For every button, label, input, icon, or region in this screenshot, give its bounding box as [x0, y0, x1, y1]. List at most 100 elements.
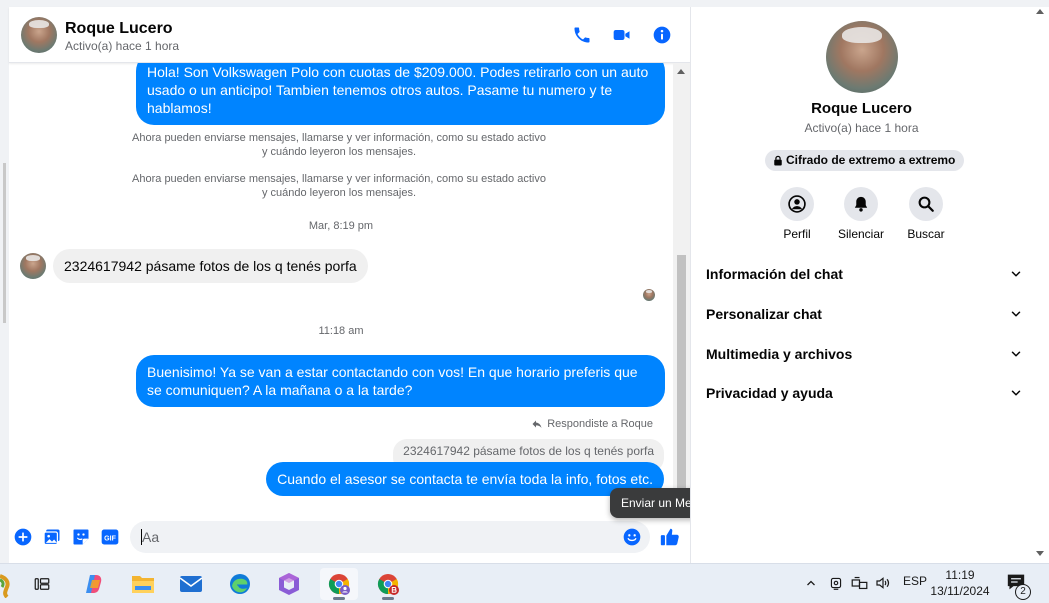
attach-media-button[interactable] — [42, 527, 62, 547]
search-action-circle[interactable] — [909, 187, 943, 221]
sticker-icon — [73, 529, 89, 545]
outgoing-message[interactable]: Buenisimo! Ya se van a estar contactando… — [136, 355, 665, 407]
gif-icon: GIF — [101, 529, 119, 545]
page-scroll-down[interactable] — [1036, 551, 1044, 556]
section-privacy-help-label: Privacidad y ayuda — [706, 385, 833, 401]
info-icon — [653, 26, 671, 44]
incoming-message[interactable]: 2324617942 pásame fotos de los q tenés p… — [53, 249, 368, 283]
contact-avatar-large[interactable] — [826, 21, 898, 93]
gif-button[interactable]: GIF — [100, 527, 120, 547]
message-input-wrapper — [130, 521, 650, 553]
volume-tray[interactable] — [875, 575, 891, 596]
sticker-button[interactable] — [71, 527, 91, 547]
section-privacy-help[interactable]: Privacidad y ayuda — [706, 381, 1022, 405]
audio-call-button[interactable] — [570, 23, 594, 47]
office-icon — [279, 573, 299, 595]
chevron-down-icon — [1011, 390, 1021, 396]
reply-indicator-label: Respondiste a Roque — [547, 418, 653, 430]
copilot-app[interactable] — [75, 568, 113, 600]
emoji-button[interactable] — [622, 527, 642, 547]
speaker-icon — [876, 577, 890, 589]
outgoing-message[interactable]: Hola! Son Volkswagen Polo con cuotas de … — [136, 63, 665, 125]
chevron-down-icon — [1011, 311, 1021, 317]
outgoing-message[interactable]: Cuando el asesor se contacta te envía to… — [266, 462, 664, 496]
plus-circle-icon — [14, 528, 32, 546]
contact-name[interactable]: Roque Lucero — [65, 20, 173, 38]
scroll-thumb[interactable] — [677, 255, 686, 501]
panel-contact-name[interactable]: Roque Lucero — [691, 100, 1032, 117]
page-scroll-up[interactable] — [1036, 9, 1044, 14]
widgets-icon[interactable] — [0, 570, 12, 599]
chrome-app[interactable] — [369, 568, 407, 600]
search-action[interactable]: Buscar — [891, 187, 961, 241]
system-notice: Ahora pueden enviarse mensajes, llamarse… — [132, 132, 546, 158]
phone-icon — [574, 27, 590, 43]
chrome-profile-app[interactable] — [320, 568, 358, 600]
mute-action-circle[interactable] — [844, 187, 878, 221]
section-customize-chat[interactable]: Personalizar chat — [706, 302, 1022, 326]
chrome-icon — [328, 574, 350, 595]
edge-icon — [230, 574, 250, 594]
contact-avatar-small[interactable] — [20, 253, 46, 279]
folder-icon — [132, 576, 154, 593]
office-app[interactable] — [270, 568, 308, 600]
section-chat-info[interactable]: Información del chat — [706, 262, 1022, 286]
network-tray[interactable] — [851, 576, 868, 595]
reply-arrow-icon — [532, 420, 542, 428]
bell-icon — [854, 196, 868, 212]
chevron-up-icon — [807, 580, 815, 586]
top-strip — [0, 0, 1049, 7]
thumbs-up-icon — [660, 528, 679, 546]
conversation-info-panel: Roque Lucero Activo(a) hace 1 hora Cifra… — [690, 7, 1031, 563]
left-edge-mark — [3, 163, 6, 323]
task-view-button[interactable] — [23, 568, 61, 600]
panel-contact-status: Activo(a) hace 1 hora — [804, 121, 919, 135]
mute-action-label: Silenciar — [837, 227, 885, 241]
smiley-icon — [623, 528, 641, 546]
input-language[interactable]: ESP — [903, 574, 927, 588]
file-explorer-app[interactable] — [124, 568, 162, 600]
conversation-info-button[interactable] — [650, 23, 674, 47]
contact-avatar[interactable] — [21, 17, 57, 53]
video-call-button[interactable] — [610, 23, 634, 47]
image-icon — [43, 529, 60, 546]
profile-action[interactable]: Perfil — [762, 187, 832, 241]
left-edge — [0, 7, 9, 563]
message-input[interactable] — [142, 527, 612, 547]
section-media-files-label: Multimedia y archivos — [706, 346, 853, 362]
profile-icon — [788, 195, 806, 213]
network-icon — [851, 576, 868, 590]
timestamp: 11:18 am — [318, 325, 364, 337]
more-actions-button[interactable] — [13, 527, 33, 547]
mail-app[interactable] — [172, 568, 210, 600]
mail-icon — [179, 576, 203, 592]
system-notice: Ahora pueden enviarse mensajes, llamarse… — [132, 173, 546, 199]
section-chat-info-label: Información del chat — [706, 266, 843, 282]
page-scrollbar[interactable] — [1031, 7, 1049, 563]
notification-badge: 2 — [1015, 584, 1031, 600]
lock-icon — [774, 155, 782, 166]
chevron-down-icon — [1011, 351, 1021, 357]
clock-date: 13/11/2024 — [930, 584, 990, 598]
e2e-badge[interactable]: Cifrado de extremo a extremo — [765, 150, 965, 171]
e2e-label: Cifrado de extremo a extremo — [786, 153, 956, 167]
task-view-icon — [34, 578, 50, 590]
message-list[interactable]: Hola! Son Volkswagen Polo con cuotas de … — [9, 63, 673, 518]
show-hidden-icons[interactable] — [805, 576, 817, 594]
chevron-down-icon — [1011, 271, 1021, 277]
meet-now-tray[interactable] — [829, 575, 843, 596]
section-media-files[interactable]: Multimedia y archivos — [706, 342, 1022, 366]
scroll-up-arrow[interactable] — [677, 69, 685, 74]
clock[interactable]: 11:19 13/11/2024 — [928, 567, 992, 599]
video-camera-icon — [613, 30, 630, 40]
send-like-button[interactable] — [657, 524, 683, 550]
chrome-icon — [377, 574, 399, 595]
profile-action-circle[interactable] — [780, 187, 814, 221]
search-icon — [918, 196, 934, 212]
edge-app[interactable] — [221, 568, 259, 600]
mute-action[interactable]: Silenciar — [826, 187, 896, 241]
taskbar: ESP 11:19 13/11/2024 2 — [0, 563, 1049, 603]
search-action-label: Buscar — [907, 227, 945, 241]
timestamp: Mar, 8:19 pm — [308, 220, 374, 232]
message-scrollbar[interactable] — [673, 63, 690, 518]
